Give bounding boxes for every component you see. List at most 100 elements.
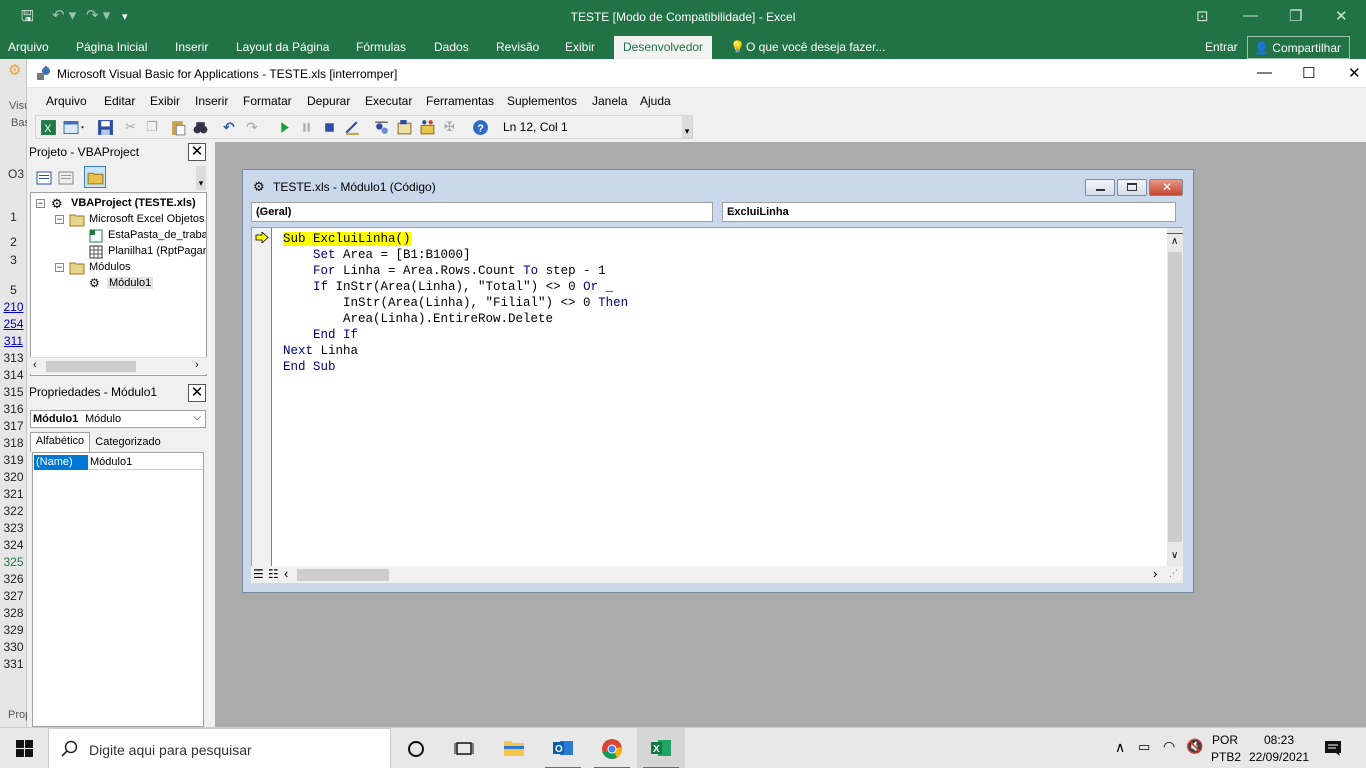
- reset-icon[interactable]: [321, 119, 338, 136]
- tab-dados[interactable]: Dados: [434, 40, 469, 54]
- tab-formulas[interactable]: Fórmulas: [356, 40, 406, 54]
- name-box[interactable]: O3: [8, 167, 24, 181]
- row-header[interactable]: 327: [0, 588, 27, 605]
- share-button[interactable]: 👤 Compartilhar: [1247, 36, 1350, 59]
- run-icon[interactable]: [276, 119, 293, 136]
- toolbar-options-icon[interactable]: ▾: [682, 116, 692, 138]
- design-mode-icon[interactable]: [344, 119, 361, 136]
- code-hscrollbar[interactable]: ☰ ☷ ‹ › ⋰: [251, 566, 1183, 583]
- menu-exibir[interactable]: Exibir: [150, 94, 180, 108]
- language-bottom[interactable]: PTB2: [1211, 750, 1241, 764]
- ribbon-display-icon[interactable]: ⊡: [1196, 7, 1209, 25]
- find-icon[interactable]: [192, 119, 209, 136]
- vbe-minimize-icon[interactable]: —: [1257, 64, 1272, 81]
- scroll-left-icon[interactable]: ‹: [284, 566, 288, 581]
- tab-exibir[interactable]: Exibir: [565, 40, 595, 54]
- toolbox-icon[interactable]: ✠: [444, 119, 461, 136]
- paste-icon[interactable]: [170, 119, 187, 136]
- row-header[interactable]: 2: [0, 234, 27, 251]
- tab-pagina-inicial[interactable]: Página Inicial: [76, 40, 147, 54]
- tab-desenvolvedor[interactable]: Desenvolvedor: [614, 36, 713, 59]
- tree-excel-objects[interactable]: Microsoft Excel Objetos: [89, 213, 205, 225]
- row-header[interactable]: 314: [0, 367, 27, 384]
- properties-window-icon[interactable]: [396, 119, 413, 136]
- save-icon[interactable]: [97, 119, 114, 136]
- code-editor[interactable]: Sub ExcluiLinha() Set Area = [B1:B1000] …: [251, 227, 1183, 568]
- task-view-icon[interactable]: [454, 739, 474, 759]
- scroll-right-icon[interactable]: ›: [1153, 566, 1157, 581]
- scroll-up-icon[interactable]: ∧: [1171, 236, 1178, 247]
- row-header[interactable]: 319: [0, 452, 27, 469]
- tree-modulos[interactable]: Módulos: [89, 261, 131, 273]
- tree-expander[interactable]: −: [55, 215, 64, 224]
- row-header[interactable]: 254: [0, 316, 27, 333]
- procedure-combo[interactable]: ExcluiLinha ⌵: [722, 202, 1176, 222]
- row-header[interactable]: 315: [0, 384, 27, 401]
- cortana-icon[interactable]: [406, 739, 426, 759]
- row-header[interactable]: 329: [0, 622, 27, 639]
- close-icon[interactable]: ✕: [1335, 7, 1348, 25]
- menu-inserir[interactable]: Inserir: [195, 94, 228, 108]
- full-module-view-icon[interactable]: ☷: [268, 567, 279, 581]
- row-header[interactable]: 210: [0, 299, 27, 316]
- taskbar-chrome[interactable]: [588, 728, 636, 768]
- undo-icon[interactable]: ↶: [223, 119, 240, 136]
- tell-me-box[interactable]: O que você deseja fazer...: [746, 40, 885, 54]
- menu-executar[interactable]: Executar: [365, 94, 412, 108]
- row-header[interactable]: 321: [0, 486, 27, 503]
- taskbar-outlook[interactable]: O: [539, 728, 587, 768]
- restore-icon[interactable]: ❐: [1289, 7, 1302, 25]
- row-header[interactable]: 317: [0, 418, 27, 435]
- insert-userform-icon[interactable]: [63, 119, 87, 136]
- procedure-view-icon[interactable]: ☰: [253, 567, 264, 581]
- break-icon[interactable]: [298, 119, 315, 136]
- row-header[interactable]: 328: [0, 605, 27, 622]
- tree-modulo1[interactable]: Módulo1: [107, 277, 154, 289]
- code-vscrollbar[interactable]: ∧ ∨: [1167, 228, 1183, 568]
- project-explorer-icon[interactable]: [373, 119, 390, 136]
- search-input[interactable]: Digite aqui para pesquisar: [89, 742, 252, 758]
- row-header[interactable]: 331: [0, 656, 27, 673]
- signin-link[interactable]: Entrar: [1205, 40, 1238, 54]
- view-excel-icon[interactable]: X: [40, 119, 57, 136]
- menu-formatar[interactable]: Formatar: [243, 94, 292, 108]
- row-header[interactable]: 311: [0, 333, 27, 350]
- code-minimize-icon[interactable]: [1085, 179, 1115, 196]
- code-text[interactable]: Sub ExcluiLinha() Set Area = [B1:B1000] …: [283, 231, 628, 375]
- tree-vbaproject[interactable]: VBAProject (TESTE.xls): [71, 197, 196, 209]
- scroll-right-icon[interactable]: ›: [195, 359, 199, 371]
- property-name[interactable]: (Name): [34, 455, 88, 470]
- menu-arquivo[interactable]: Arquivo: [46, 94, 87, 108]
- tree-estapasta[interactable]: EstaPasta_de_traba: [108, 229, 206, 241]
- tree-expander[interactable]: −: [36, 199, 45, 208]
- row-header[interactable]: 3: [0, 252, 27, 269]
- taskbar-search[interactable]: Digite aqui para pesquisar: [48, 728, 391, 768]
- notifications-icon[interactable]: [1324, 740, 1342, 757]
- tab-alfabetico[interactable]: Alfabético: [30, 432, 90, 452]
- minimize-icon[interactable]: —: [1243, 7, 1258, 24]
- help-icon[interactable]: ?: [472, 119, 489, 136]
- scroll-thumb[interactable]: [46, 361, 136, 372]
- tab-inserir[interactable]: Inserir: [175, 40, 208, 54]
- show-hidden-icons-icon[interactable]: ∧: [1115, 739, 1125, 756]
- code-restore-icon[interactable]: [1117, 179, 1147, 196]
- clock-date[interactable]: 22/09/2021: [1249, 750, 1309, 764]
- row-header[interactable]: 323: [0, 520, 27, 537]
- wifi-icon[interactable]: ◠: [1163, 738, 1175, 755]
- row-header[interactable]: 5: [0, 282, 27, 299]
- project-toolbar-options-icon[interactable]: ▾: [196, 166, 206, 190]
- tab-revisao[interactable]: Revisão: [496, 40, 539, 54]
- redo-icon[interactable]: ↷: [246, 119, 263, 136]
- scroll-down-icon[interactable]: ∨: [1171, 550, 1178, 561]
- toggle-folders-button[interactable]: [84, 166, 106, 188]
- row-header[interactable]: 313: [0, 350, 27, 367]
- row-header[interactable]: 322: [0, 503, 27, 520]
- row-header[interactable]: 324: [0, 537, 27, 554]
- menu-editar[interactable]: Editar: [104, 94, 135, 108]
- scroll-left-icon[interactable]: ‹: [33, 359, 37, 371]
- tab-layout[interactable]: Layout da Página: [236, 40, 329, 54]
- tab-categorizado[interactable]: Categorizado: [92, 434, 164, 451]
- object-browser-icon[interactable]: [419, 119, 436, 136]
- property-value[interactable]: Módulo1: [88, 455, 203, 470]
- volume-muted-icon[interactable]: 🔇: [1186, 738, 1203, 755]
